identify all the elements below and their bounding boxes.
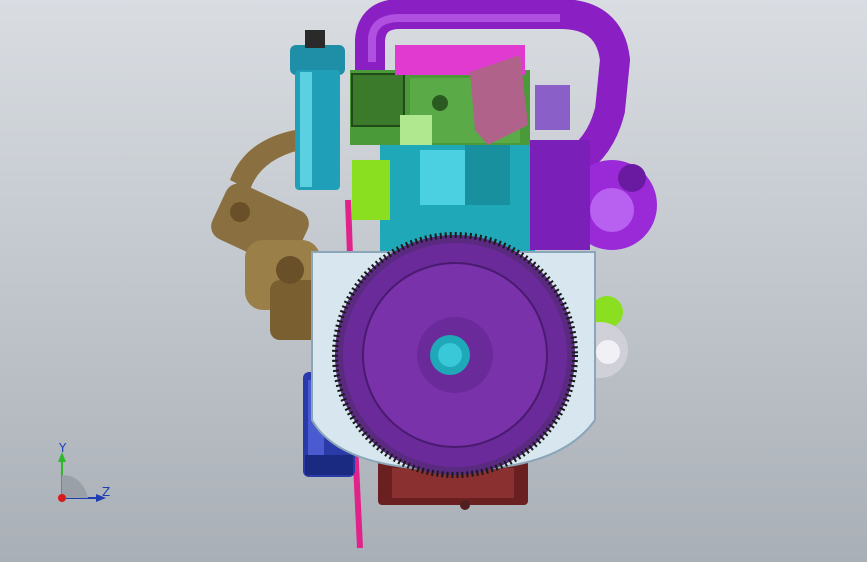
fuel-pump <box>352 160 390 220</box>
engine-model[interactable] <box>0 0 867 562</box>
axis-triad <box>58 452 106 502</box>
cad-viewport[interactable]: Y Z <box>0 0 867 562</box>
axis-z-label: Z <box>102 485 111 499</box>
axis-y-label: Y <box>59 441 67 455</box>
flywheel <box>332 232 578 478</box>
fuel-filter <box>290 30 345 190</box>
turbocharger <box>530 85 657 250</box>
